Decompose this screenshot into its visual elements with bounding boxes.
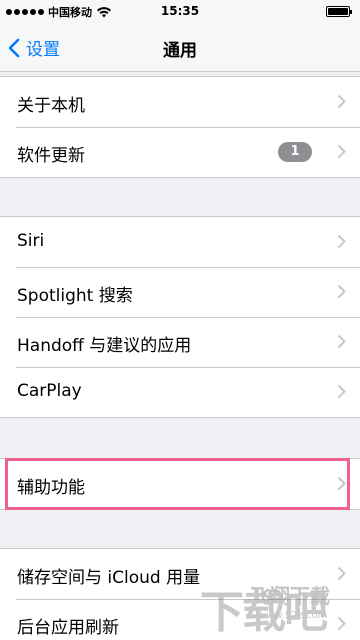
status-time: 15:35 [160, 4, 200, 18]
chevron-right-icon [337, 476, 346, 491]
row-label: 辅助功能 [17, 478, 85, 498]
row-about[interactable]: 关于本机 [0, 77, 360, 127]
row-label: 软件更新 [17, 146, 85, 166]
navigation-bar: 设置 通用 [0, 22, 360, 72]
chevron-right-icon [337, 94, 346, 109]
status-bar: 中国移动 15:35 [0, 0, 360, 22]
row-accessibility[interactable]: 辅助功能 [0, 459, 360, 509]
chevron-right-icon [337, 384, 346, 399]
row-label: 储存空间与 iCloud 用量 [17, 568, 201, 588]
row-label: Spotlight 搜索 [17, 286, 133, 306]
watermark-url: www.52z.com [258, 610, 328, 621]
settings-group-about: 关于本机 软件更新 1 [0, 76, 360, 178]
row-siri[interactable]: Siri [0, 217, 360, 267]
row-software-update[interactable]: 软件更新 1 [0, 127, 360, 177]
watermark-logo: 下载吧 飞翔下载 www.52z.com [200, 576, 350, 638]
row-label: Handoff 与建议的应用 [17, 336, 192, 356]
row-handoff[interactable]: Handoff 与建议的应用 [0, 317, 360, 367]
battery-level-fill [328, 8, 348, 15]
chevron-right-icon [337, 144, 346, 159]
chevron-right-icon [337, 284, 346, 299]
chevron-right-icon [337, 234, 346, 249]
row-label: CarPlay [17, 381, 82, 401]
settings-group-search: Siri Spotlight 搜索 Handoff 与建议的应用 CarPlay [0, 216, 360, 418]
page-title: 通用 [163, 41, 197, 61]
row-spotlight-search[interactable]: Spotlight 搜索 [0, 267, 360, 317]
chevron-right-icon [337, 334, 346, 349]
settings-group-accessibility: 辅助功能 [0, 458, 360, 510]
update-count-badge: 1 [278, 142, 312, 162]
row-label: Siri [17, 231, 45, 251]
watermark-title: 飞翔下载 [250, 584, 330, 608]
row-carplay[interactable]: CarPlay [0, 367, 360, 417]
battery-icon [326, 6, 352, 17]
row-label: 后台应用刷新 [17, 618, 119, 638]
row-label: 关于本机 [17, 96, 85, 116]
